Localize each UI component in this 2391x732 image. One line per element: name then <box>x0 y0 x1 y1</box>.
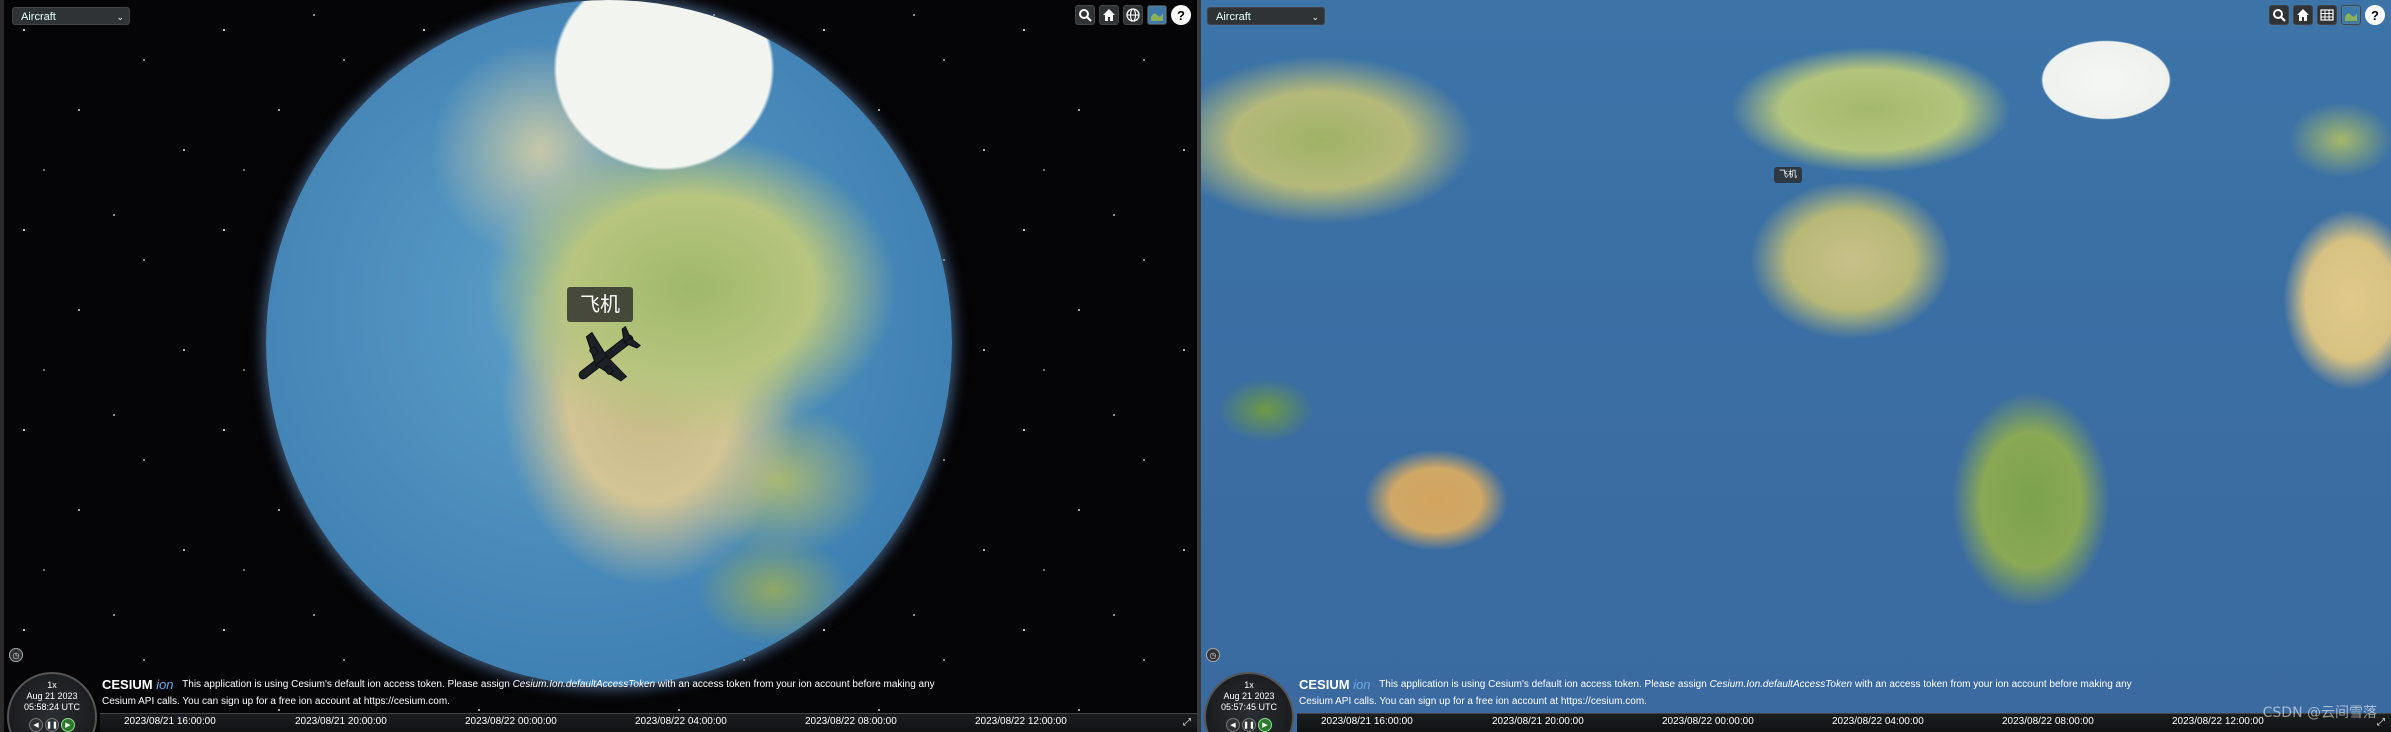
entity-select[interactable]: Aircraft ⌄ <box>12 7 130 25</box>
cesium-ion-logo[interactable]: CESIUM ion <box>102 676 174 693</box>
cesium-logo-text: CESIUM <box>1299 676 1350 692</box>
globe-icon <box>1126 8 1140 22</box>
toolbar: ? <box>2269 5 2385 25</box>
entity-select-value: Aircraft <box>21 11 56 23</box>
chevron-down-icon: ⌄ <box>1311 12 1319 22</box>
world-map-2d[interactable] <box>1201 0 2391 732</box>
base-layer-picker-button[interactable] <box>2341 5 2361 25</box>
help-button[interactable]: ? <box>1171 5 1191 25</box>
aircraft-label: 飞机 <box>567 287 633 322</box>
credits-line-2[interactable]: Cesium API calls. You can sign up for a … <box>1299 693 2379 710</box>
credits-code: Cesium.Ion.defaultAccessToken <box>1709 679 1853 690</box>
search-icon <box>2273 9 2286 22</box>
fullscreen-icon[interactable]: ⤢ <box>1179 714 1195 730</box>
credits-line-2[interactable]: Cesium API calls. You can sign up for a … <box>102 693 1182 710</box>
play-icon[interactable]: ▶ <box>61 718 75 732</box>
home-button[interactable] <box>2293 5 2313 25</box>
play-reverse-icon[interactable]: ◀ <box>1226 718 1240 732</box>
scene-mode-button[interactable] <box>1123 5 1143 25</box>
entity-select[interactable]: Aircraft ⌄ <box>1207 7 1325 25</box>
base-layer-picker-button[interactable] <box>1147 5 1167 25</box>
animation-widget[interactable]: ◷ 1x Aug 21 2023 05:57:45 UTC ◀ ❚❚ ▶ <box>1204 648 1294 732</box>
clock-date: Aug 21 2023 <box>26 691 78 701</box>
home-icon <box>1103 9 1115 21</box>
credits: CESIUM ion This application is using Ces… <box>1299 676 2379 710</box>
credits-text-prefix: This application is using Cesium's defau… <box>1379 679 1707 690</box>
cesium-logo-text: CESIUM <box>102 676 153 692</box>
credits-line-1: CESIUM ion This application is using Ces… <box>102 676 1182 693</box>
timeline-tick: 2023/08/22 00:00:00 <box>465 716 557 727</box>
timeline-tick: 2023/08/22 12:00:00 <box>975 716 1067 727</box>
chevron-down-icon: ⌄ <box>116 12 124 22</box>
imagery-icon <box>1149 7 1165 23</box>
geocoder-button[interactable] <box>1075 5 1095 25</box>
timeline-tick: 2023/08/21 16:00:00 <box>1321 716 1413 727</box>
cesium-ion-logo[interactable]: CESIUM ion <box>1299 676 1371 693</box>
play-reverse-icon[interactable]: ◀ <box>29 718 43 732</box>
search-icon <box>1079 9 1092 22</box>
credits-text-suffix: with an access token from your ion accou… <box>1854 679 2132 690</box>
timeline-tick: 2023/08/22 04:00:00 <box>1832 716 1924 727</box>
toolbar: ? <box>1075 5 1191 25</box>
clock-icon[interactable]: ◷ <box>9 648 23 662</box>
help-button[interactable]: ? <box>2365 5 2385 25</box>
scene-mode-button[interactable] <box>2317 5 2337 25</box>
clock-icon[interactable]: ◷ <box>1206 648 1220 662</box>
credits-line-1: CESIUM ion This application is using Ces… <box>1299 676 2379 693</box>
imagery-icon <box>2343 7 2359 23</box>
entity-select-value: Aircraft <box>1216 11 1251 23</box>
timeline[interactable]: 2023/08/21 16:00:00 2023/08/21 20:00:00 … <box>1297 713 2391 732</box>
home-icon <box>2297 9 2309 21</box>
ion-logo-text: ion <box>1353 676 1371 692</box>
grid-icon <box>2320 9 2334 21</box>
cesium-viewer-3d[interactable]: 飞机 Aircraft ⌄ ? CESIUM ion This applicat… <box>4 0 1197 732</box>
pause-icon[interactable]: ❚❚ <box>45 718 59 732</box>
home-button[interactable] <box>1099 5 1119 25</box>
clock-date: Aug 21 2023 <box>1223 691 1275 701</box>
timeline-tick: 2023/08/21 20:00:00 <box>295 716 387 727</box>
watermark: CSDN @云间雪落 <box>2262 705 2377 721</box>
clock-speed: 1x <box>47 680 57 690</box>
timeline[interactable]: 2023/08/21 16:00:00 2023/08/21 20:00:00 … <box>100 713 1197 732</box>
pause-icon[interactable]: ❚❚ <box>1242 718 1256 732</box>
credits-text-suffix: with an access token from your ion accou… <box>657 679 935 690</box>
play-icon[interactable]: ▶ <box>1258 718 1272 732</box>
airplane-icon[interactable] <box>569 323 644 391</box>
credits-text-prefix: This application is using Cesium's defau… <box>182 679 510 690</box>
aircraft-label: 飞机 <box>1774 167 1802 183</box>
timeline-tick: 2023/08/22 08:00:00 <box>2002 716 2094 727</box>
timeline-tick: 2023/08/22 08:00:00 <box>805 716 897 727</box>
help-icon: ? <box>1177 7 1185 23</box>
help-icon: ? <box>2371 7 2379 23</box>
credits-code: Cesium.Ion.defaultAccessToken <box>512 679 656 690</box>
timeline-tick: 2023/08/22 00:00:00 <box>1662 716 1754 727</box>
animation-widget[interactable]: ◷ 1x Aug 21 2023 05:58:24 UTC ◀ ❚❚ ▶ <box>7 648 97 732</box>
timeline-tick: 2023/08/22 12:00:00 <box>2172 716 2264 727</box>
clock-time: 05:58:24 UTC <box>23 702 81 712</box>
credits: CESIUM ion This application is using Ces… <box>102 676 1182 710</box>
ion-logo-text: ion <box>156 676 174 692</box>
timeline-tick: 2023/08/21 16:00:00 <box>124 716 216 727</box>
clock-time: 05:57:45 UTC <box>1220 702 1278 712</box>
timeline-tick: 2023/08/21 20:00:00 <box>1492 716 1584 727</box>
clock-speed: 1x <box>1244 680 1254 690</box>
geocoder-button[interactable] <box>2269 5 2289 25</box>
cesium-viewer-2d[interactable]: 飞机 Aircraft ⌄ ? CESIUM ion This applicat… <box>1201 0 2391 732</box>
timeline-tick: 2023/08/22 04:00:00 <box>635 716 727 727</box>
